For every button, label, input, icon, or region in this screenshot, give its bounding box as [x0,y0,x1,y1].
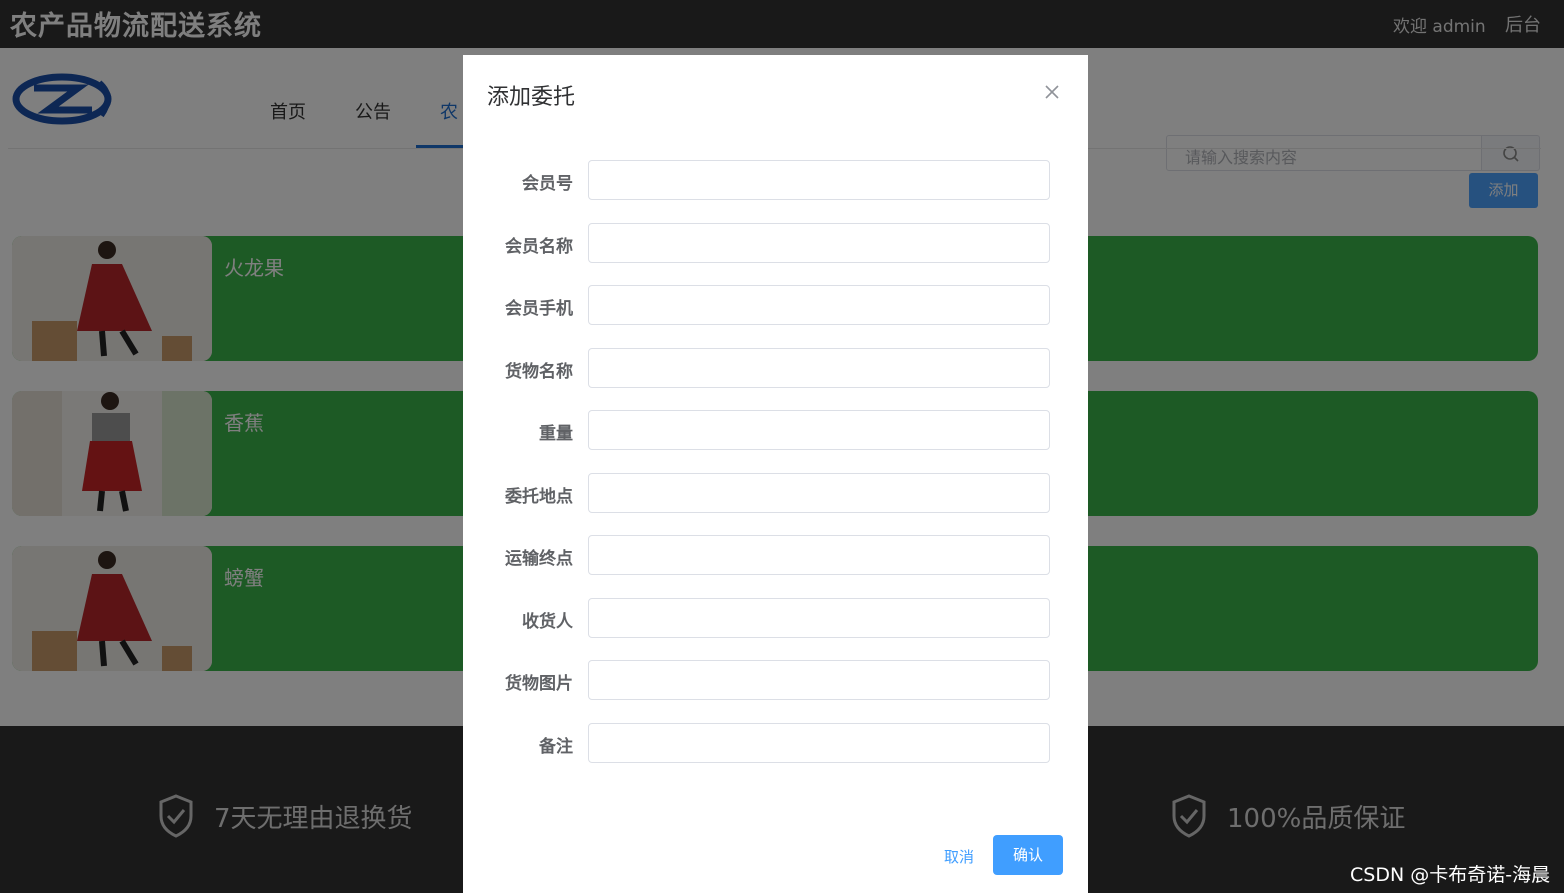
close-icon[interactable] [1041,81,1063,103]
goods-image-input[interactable] [588,660,1050,700]
member-name-input[interactable] [588,223,1050,263]
form-row-weight: 重量 [463,410,1088,450]
goods-name-input[interactable] [588,348,1050,388]
confirm-button[interactable]: 确认 [993,835,1063,875]
member-phone-input[interactable] [588,285,1050,325]
form-row-goods-image: 货物图片 [463,660,1088,700]
field-label: 运输终点 [505,549,573,569]
field-label: 会员名称 [505,237,573,257]
form-row-remark: 备注 [463,723,1088,763]
watermark: CSDN @卡布奇诺-海晨 [1350,864,1551,886]
field-label: 备注 [539,737,573,757]
dialog-title: 添加委托 [487,85,576,110]
form-row-pickup-location: 委托地点 [463,473,1088,513]
remark-input[interactable] [588,723,1050,763]
form-row-member-phone: 会员手机 [463,285,1088,325]
field-label: 货物图片 [505,674,573,694]
add-consignment-dialog: 添加委托 会员号 会员名称 会员手机 货物名称 重量 委托地点 运输终点 收货人… [463,55,1088,893]
form-row-receiver: 收货人 [463,598,1088,638]
form-row-goods-name: 货物名称 [463,348,1088,388]
member-id-input[interactable] [588,160,1050,200]
field-label: 收货人 [522,612,573,632]
form-row-member-id: 会员号 [463,160,1088,200]
cancel-button[interactable]: 取消 [944,846,974,867]
weight-input[interactable] [588,410,1050,450]
form-row-destination: 运输终点 [463,535,1088,575]
form-row-member-name: 会员名称 [463,223,1088,263]
field-label: 会员号 [522,174,573,194]
destination-input[interactable] [588,535,1050,575]
pickup-location-input[interactable] [588,473,1050,513]
field-label: 重量 [539,424,573,444]
receiver-input[interactable] [588,598,1050,638]
field-label: 会员手机 [505,299,573,319]
field-label: 委托地点 [505,487,573,507]
field-label: 货物名称 [505,362,573,382]
